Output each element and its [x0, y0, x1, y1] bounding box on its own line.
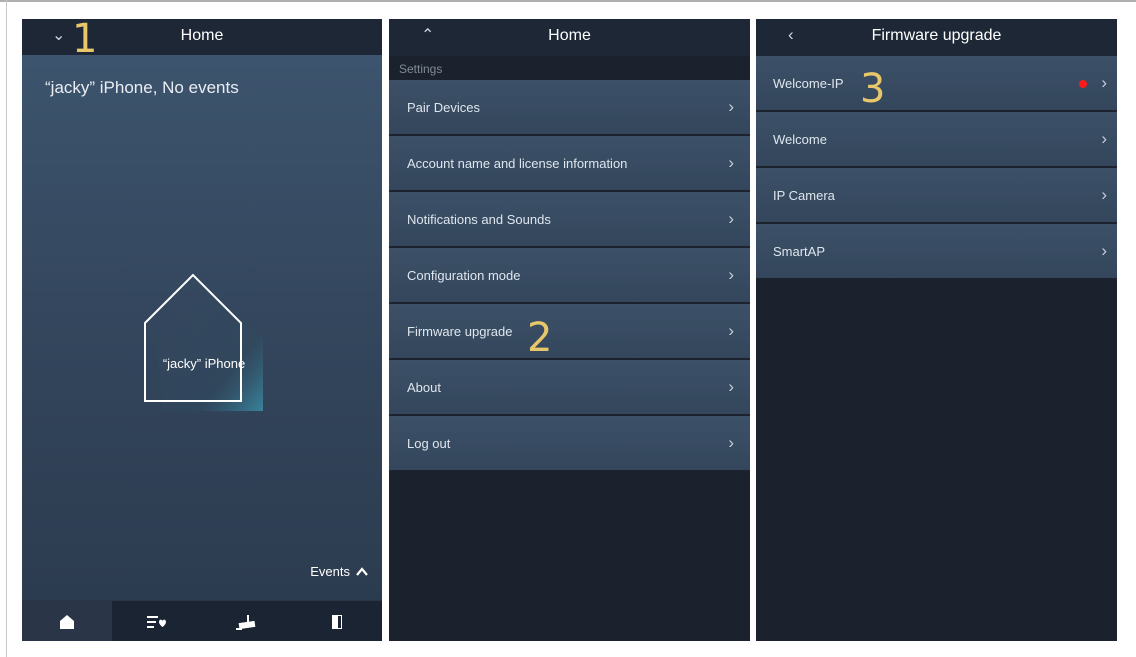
- menu-item-pair-devices[interactable]: Pair Devices ›: [389, 80, 750, 135]
- settings-section-label: Settings: [399, 62, 443, 76]
- home-header: ⌄ 1 Home: [22, 19, 382, 62]
- bottom-tab-bar: [22, 600, 382, 641]
- menu-item-configuration-mode[interactable]: Configuration mode ›: [389, 248, 750, 303]
- chevron-right-icon: ›: [728, 209, 734, 228]
- menu-item-firmware-upgrade[interactable]: Firmware upgrade ›: [389, 304, 750, 359]
- chevron-right-icon: ›: [1101, 185, 1107, 204]
- chevron-right-icon: ›: [728, 433, 734, 452]
- menu-item-label: Configuration mode: [407, 268, 521, 283]
- page-frame-top: [0, 0, 1136, 2]
- page-frame-left: [6, 0, 7, 657]
- tab-events[interactable]: [112, 601, 202, 641]
- firmware-upgrade-screen: ‹ Firmware upgrade Welcome-IP › Welcome …: [756, 19, 1117, 641]
- chevron-right-icon: ›: [1101, 129, 1107, 148]
- chevron-right-icon: ›: [728, 97, 734, 116]
- chevron-right-icon: ›: [1101, 73, 1107, 92]
- device-item-label: Welcome: [773, 132, 827, 147]
- page-title: Home: [180, 27, 224, 44]
- chevron-right-icon: ›: [728, 153, 734, 172]
- device-item-ip-camera[interactable]: IP Camera ›: [756, 168, 1117, 223]
- tab-door[interactable]: [292, 601, 382, 641]
- menu-item-label: Pair Devices: [407, 100, 480, 115]
- device-item-smartap[interactable]: SmartAP ›: [756, 224, 1117, 279]
- page-title: Firmware upgrade: [871, 27, 1002, 44]
- chevron-right-icon: ›: [728, 321, 734, 340]
- chevron-right-icon: ›: [728, 377, 734, 396]
- menu-item-label: Notifications and Sounds: [407, 212, 551, 227]
- update-available-badge: [1079, 80, 1087, 88]
- door-icon: [332, 614, 342, 629]
- chevron-up-icon: [356, 567, 368, 576]
- events-label: Events: [310, 564, 350, 579]
- event-list-icon: [147, 615, 166, 628]
- menu-item-label: Firmware upgrade: [407, 324, 513, 339]
- chevron-right-icon: ›: [1101, 241, 1107, 260]
- device-item-label: SmartAP: [773, 244, 826, 259]
- menu-item-account[interactable]: Account name and license information ›: [389, 136, 750, 191]
- page-title: Home: [548, 27, 591, 44]
- step-annotation-2: 2: [527, 315, 553, 361]
- settings-header: ⌃ Home: [389, 19, 750, 56]
- menu-item-log-out[interactable]: Log out ›: [389, 416, 750, 471]
- settings-screen: ⌃ Home Settings Pair Devices › Account n…: [389, 19, 750, 641]
- house-device-label: “jacky” iPhone: [162, 356, 246, 371]
- menu-item-label: About: [407, 380, 441, 395]
- device-item-label: IP Camera: [773, 188, 835, 203]
- menu-item-label: Account name and license information: [407, 156, 628, 171]
- device-item-label: Welcome-IP: [773, 76, 844, 91]
- menu-item-label: Log out: [407, 436, 451, 451]
- menu-item-notifications[interactable]: Notifications and Sounds ›: [389, 192, 750, 247]
- camera-icon: [236, 614, 256, 630]
- step-annotation-3: 3: [860, 66, 886, 112]
- chevron-right-icon: ›: [728, 265, 734, 284]
- device-item-welcome[interactable]: Welcome ›: [756, 112, 1117, 167]
- device-item-welcome-ip[interactable]: Welcome-IP ›: [756, 56, 1117, 111]
- events-toggle[interactable]: Events: [310, 564, 368, 579]
- tab-home[interactable]: [22, 601, 112, 641]
- menu-item-about[interactable]: About ›: [389, 360, 750, 415]
- device-status-text: “jacky” iPhone, No events: [45, 78, 239, 97]
- tab-camera[interactable]: [202, 601, 292, 641]
- firmware-header: ‹ Firmware upgrade: [756, 19, 1117, 56]
- house-icon[interactable]: [135, 269, 271, 414]
- home-screen: ⌄ 1 Home “jacky” iPhone, No events “jack…: [22, 19, 382, 641]
- home-icon: [60, 614, 74, 629]
